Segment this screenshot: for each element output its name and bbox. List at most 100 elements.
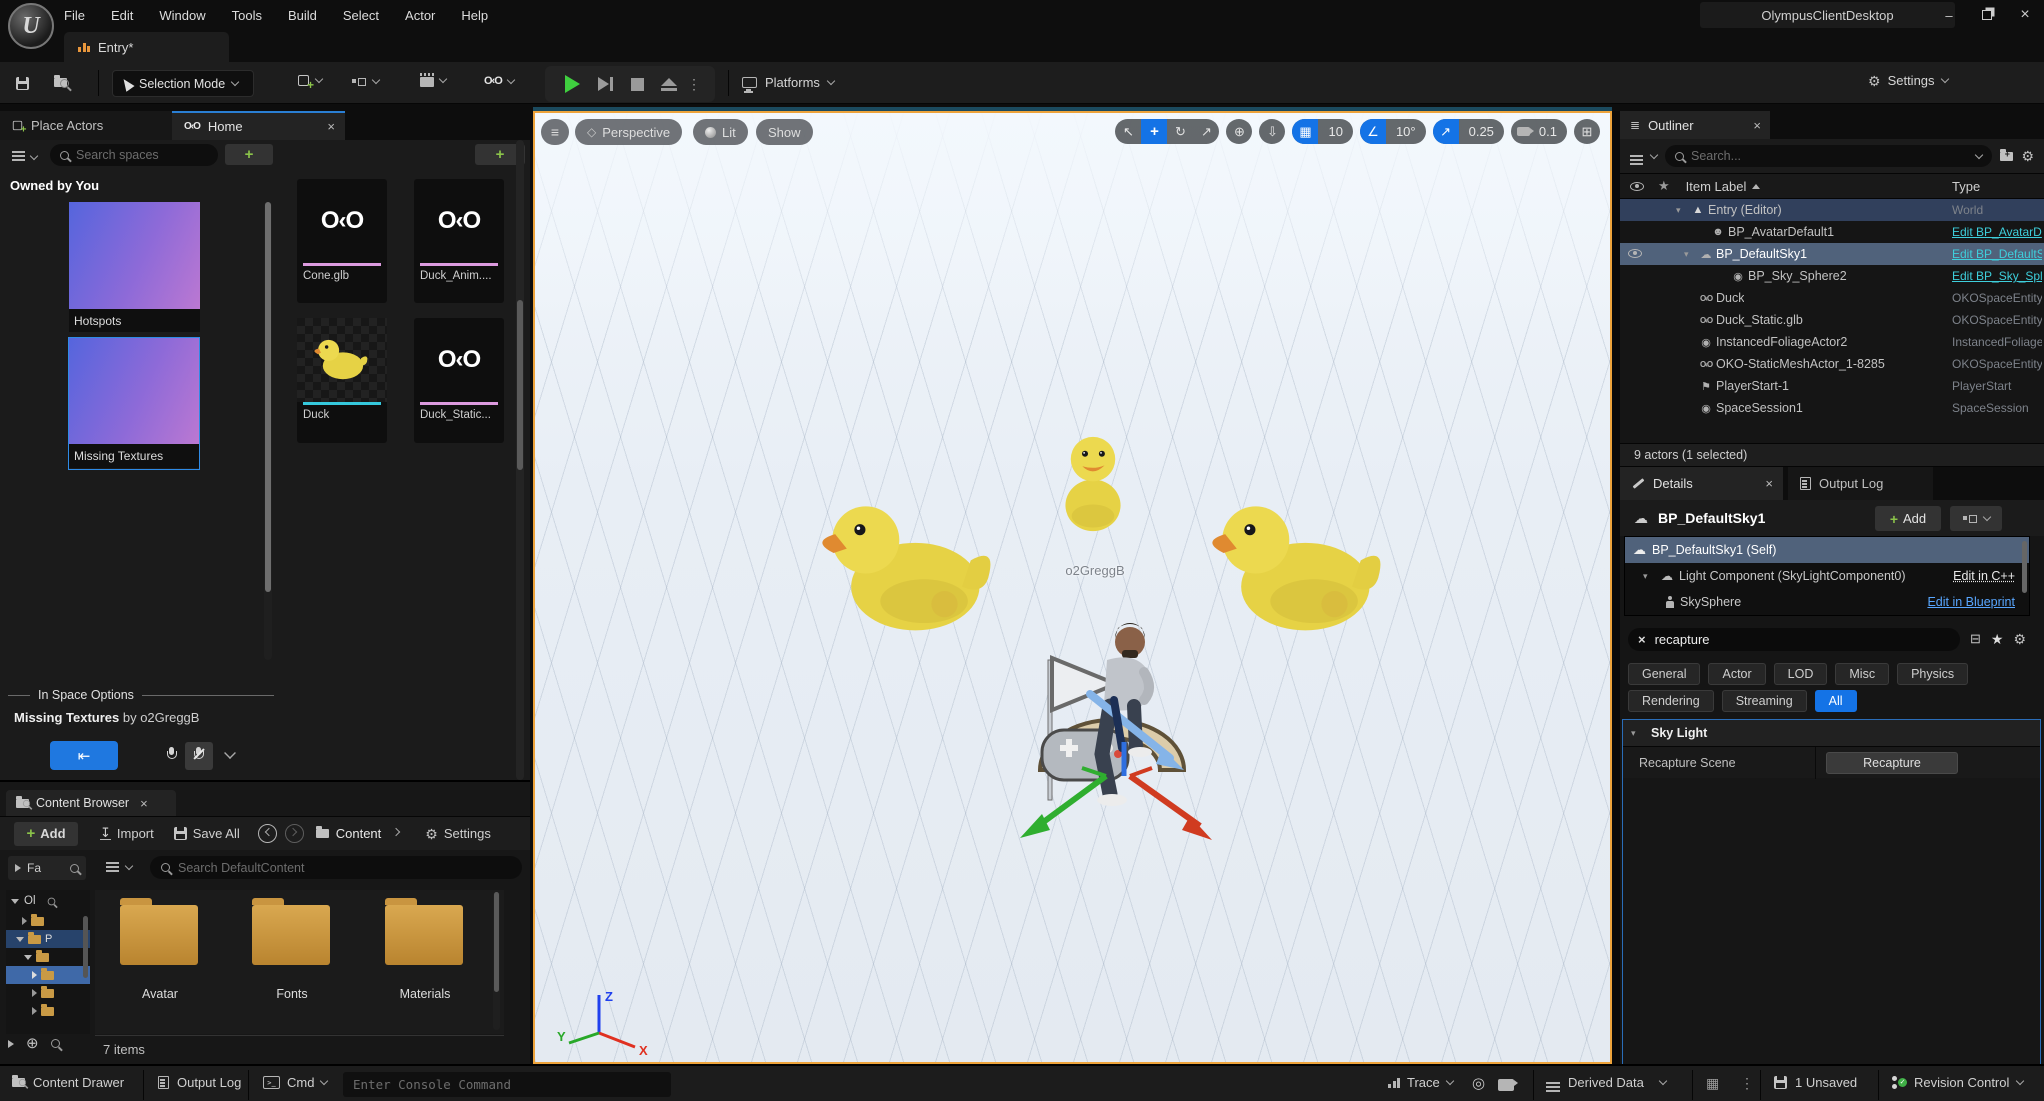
level-tab-entry[interactable]: Entry* bbox=[64, 32, 229, 62]
camera-speed-control[interactable]: 0.1 bbox=[1511, 119, 1567, 144]
component-row-skysphere[interactable]: SkySphere Edit in Blueprint bbox=[1625, 589, 2029, 615]
details-search-input[interactable]: × recapture bbox=[1628, 628, 1960, 651]
viewport-layout-button[interactable]: ⊞ bbox=[1574, 119, 1600, 144]
console-command-input[interactable]: Enter Console Command bbox=[343, 1072, 671, 1097]
display-options-icon[interactable]: ⊟ bbox=[1970, 631, 1981, 647]
expander-icon[interactable]: ▾ bbox=[1643, 571, 1655, 582]
tree-row[interactable] bbox=[6, 1002, 90, 1020]
add-space-button[interactable]: + bbox=[225, 144, 273, 165]
tab-output-log[interactable]: Output Log bbox=[1788, 467, 1933, 500]
sky-light-header[interactable]: ▾ Sky Light bbox=[1623, 720, 2040, 746]
content-drawer-button[interactable]: Content Drawer bbox=[12, 1075, 124, 1090]
add-actor-button[interactable] bbox=[298, 75, 322, 86]
outliner-row[interactable]: O‹O DuckOKOSpaceEntity bbox=[1620, 287, 2044, 309]
edit-blueprint-link[interactable]: Edit BP_Sky_Spl bbox=[1952, 269, 2042, 283]
save-button[interactable] bbox=[16, 77, 29, 90]
breadcrumb-chevron-icon[interactable] bbox=[392, 828, 400, 836]
cb-scrollbar[interactable] bbox=[493, 892, 500, 1030]
column-item-label[interactable]: Item Label bbox=[1686, 179, 1761, 194]
menu-window[interactable]: Window bbox=[159, 8, 205, 23]
derived-data-dropdown[interactable]: Derived Data bbox=[1546, 1075, 1666, 1090]
collapse-icon[interactable] bbox=[11, 899, 19, 904]
outliner-row-selected[interactable]: ▾☁ BP_DefaultSky1Edit BP_DefaultS bbox=[1620, 243, 2044, 265]
search-options-chevron-icon[interactable] bbox=[1975, 150, 1983, 158]
asset-tile-duck[interactable]: Duck bbox=[297, 318, 387, 443]
outliner-row-entry[interactable]: ▾▲ Entry (Editor)World bbox=[1620, 199, 2044, 221]
unsaved-button[interactable]: 1 Unsaved bbox=[1774, 1075, 1857, 1090]
filter-actor[interactable]: Actor bbox=[1708, 663, 1765, 685]
settings-dropdown[interactable]: ⚙Settings bbox=[1868, 73, 1948, 88]
more-options-icon[interactable]: ⋮ bbox=[1740, 1075, 1754, 1092]
minimize-button[interactable]: – bbox=[1930, 8, 1968, 23]
edit-blueprint-link[interactable]: Edit BP_DefaultS bbox=[1952, 247, 2042, 261]
cb-import-button[interactable]: ↧Import bbox=[100, 826, 154, 841]
tab-outliner[interactable]: ≣ Outliner × bbox=[1620, 111, 1770, 139]
folder-fonts[interactable]: Fonts bbox=[252, 905, 332, 1001]
outliner-row[interactable]: ◉ BP_Sky_Sphere2Edit BP_Sky_Spl bbox=[1620, 265, 2044, 287]
tab-close-icon[interactable]: × bbox=[1753, 118, 1761, 133]
play-options-button[interactable]: ⋮ bbox=[685, 76, 703, 93]
favorites-icon[interactable]: ★ bbox=[1991, 631, 2004, 648]
expander-icon[interactable]: ▾ bbox=[1684, 249, 1696, 260]
asset-tile-duck-anim[interactable]: O‹O Duck_Anim.... bbox=[414, 179, 504, 303]
tab-home[interactable]: O‹O Home × bbox=[172, 111, 345, 140]
platforms-dropdown[interactable]: Platforms bbox=[742, 75, 834, 90]
play-button[interactable] bbox=[555, 75, 589, 93]
filter-general[interactable]: General bbox=[1628, 663, 1700, 685]
expander-icon[interactable]: ▾ bbox=[1676, 205, 1688, 216]
world-coordinate-button[interactable]: ⊕ bbox=[1226, 119, 1252, 144]
visibility-column-icon[interactable] bbox=[1630, 182, 1644, 191]
filter-physics[interactable]: Physics bbox=[1897, 663, 1968, 685]
cb-forward-button[interactable] bbox=[285, 824, 304, 843]
grid-snap-control[interactable]: ▦ 10 bbox=[1292, 119, 1352, 144]
tab-home-close-icon[interactable]: × bbox=[327, 119, 335, 134]
filter-all[interactable]: All bbox=[1815, 690, 1857, 712]
add-component-button[interactable]: +Add bbox=[1875, 506, 1941, 531]
folder-avatar[interactable]: Avatar bbox=[120, 905, 200, 1001]
tree-row[interactable] bbox=[6, 948, 90, 966]
clear-search-icon[interactable]: × bbox=[1638, 632, 1646, 647]
menu-select[interactable]: Select bbox=[343, 8, 379, 23]
space-tile-missing-textures[interactable]: Missing Textures bbox=[68, 337, 200, 470]
surface-snap-button[interactable]: ⇩ bbox=[1259, 119, 1285, 144]
new-folder-icon[interactable]: + bbox=[2000, 149, 2013, 164]
folder-materials[interactable]: Materials bbox=[385, 905, 465, 1001]
cb-filter-chevron-icon[interactable] bbox=[125, 862, 133, 870]
mic-on-button[interactable] bbox=[166, 747, 177, 763]
menu-actor[interactable]: Actor bbox=[405, 8, 435, 23]
edit-in-blueprint-link[interactable]: Edit in Blueprint bbox=[1927, 595, 2015, 609]
viewport-menu-button[interactable]: ≡ bbox=[541, 119, 569, 145]
component-scrollbar[interactable] bbox=[2022, 541, 2027, 593]
outliner-row[interactable]: ◉ InstancedFoliageActor2InstancedFoliage bbox=[1620, 331, 2044, 353]
cb-settings-button[interactable]: ⚙Settings bbox=[425, 826, 491, 841]
asset-tile-cone[interactable]: O‹O Cone.glb bbox=[297, 179, 387, 303]
edit-blueprint-link[interactable]: Edit BP_AvatarD bbox=[1952, 225, 2042, 239]
assets-scrollbar[interactable] bbox=[516, 140, 524, 780]
move-tool-button[interactable]: + bbox=[1141, 119, 1167, 144]
recapture-button[interactable]: Recapture bbox=[1826, 752, 1958, 774]
duck-middle[interactable] bbox=[1053, 427, 1133, 541]
cinematics-button[interactable] bbox=[420, 74, 446, 87]
cb-breadcrumb[interactable]: Content bbox=[336, 826, 382, 841]
blueprint-actions-button[interactable] bbox=[1950, 506, 2002, 531]
scale-tool-button[interactable]: ↗ bbox=[1193, 119, 1219, 144]
spaces-filter-chevron-icon[interactable] bbox=[30, 152, 38, 160]
filter-lod[interactable]: LOD bbox=[1774, 663, 1828, 685]
menu-file[interactable]: File bbox=[64, 8, 85, 23]
pin-column-icon[interactable]: ★ bbox=[1658, 178, 1670, 194]
tab-details[interactable]: Details × bbox=[1620, 467, 1783, 500]
close-button[interactable]: × bbox=[2006, 6, 2044, 24]
filter-misc[interactable]: Misc bbox=[1835, 663, 1889, 685]
selection-mode-dropdown[interactable]: Selection Mode bbox=[112, 70, 254, 97]
lit-dropdown[interactable]: Lit bbox=[693, 119, 748, 145]
tree-row[interactable] bbox=[6, 912, 90, 930]
tab-close-icon[interactable]: × bbox=[1765, 476, 1773, 491]
tree-scrollbar[interactable] bbox=[83, 916, 88, 978]
outliner-settings-icon[interactable]: ⚙ bbox=[2021, 149, 2034, 163]
rotate-tool-button[interactable]: ↻ bbox=[1167, 119, 1193, 144]
component-row-light[interactable]: ▾ ☁ Light Component (SkyLightComponent0)… bbox=[1625, 563, 2029, 589]
tree-row[interactable] bbox=[6, 984, 90, 1002]
space-tile-hotspots[interactable]: Hotspots bbox=[69, 202, 200, 332]
cmd-dropdown[interactable]: >_ Cmd bbox=[263, 1075, 327, 1090]
cb-favorites-box[interactable]: Fa bbox=[8, 856, 86, 880]
